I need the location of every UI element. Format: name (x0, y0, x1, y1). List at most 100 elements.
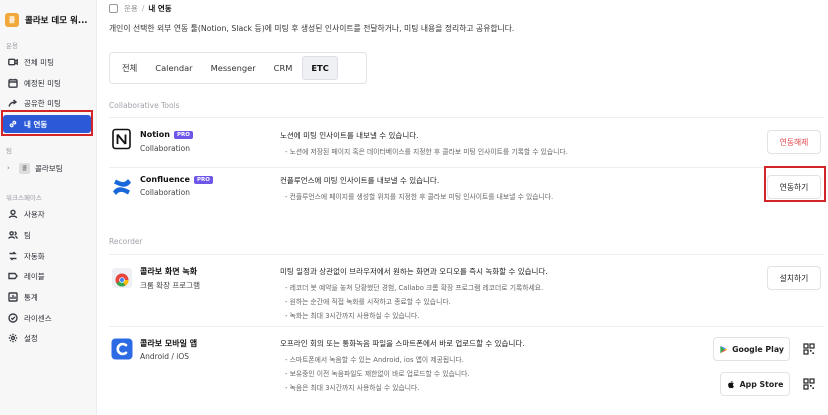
highlight-box (1, 110, 93, 136)
highlight-box (764, 166, 826, 202)
bullet-text: 녹화는 최대 3시간까지 사용하실 수 있습니다. (289, 312, 420, 320)
sidebar-item-label: 사용자 (24, 209, 45, 219)
sidebar-item-label: 레이블 (24, 271, 45, 281)
mobile-app-description: 오프라인 회의 또는 통화녹음 파일을 스마트폰에서 바로 업로드할 수 있습니… (280, 339, 525, 348)
tab-bar: 전체 Calendar Messenger CRM ETC (109, 52, 367, 84)
team-logo: 콜 (19, 162, 30, 174)
breadcrumb-parent[interactable]: 운용 (124, 3, 138, 14)
confluence-description: 컨플루언스에 미팅 인사이트를 내보낼 수 있습니다. (280, 176, 440, 185)
chrome-recorder-bullet: - 녹화는 최대 3시간까지 사용하실 수 있습니다. (285, 312, 420, 320)
chrome-extension-icon (112, 268, 132, 288)
sidebar-item-users[interactable]: 사용자 (3, 205, 91, 223)
label-icon (8, 271, 18, 281)
chrome-recorder-bullet: - 레코더 봇 예약을 놓쳐 당황했던 경험, Callabo 크롬 확장 프로… (285, 284, 544, 292)
google-play-label: Google Play (732, 344, 784, 354)
notion-name: Notion (140, 130, 170, 139)
app-name: Confluence PRO (140, 175, 213, 184)
confluence-icon (113, 179, 131, 195)
workspace-logo: 콜 (5, 13, 19, 27)
chevron-right-icon[interactable]: › (7, 164, 15, 172)
sidebar-item-all-meetings[interactable]: 전체 미팅 (3, 53, 91, 71)
sidebar-item-label: 팀 (24, 230, 31, 240)
bullet-text: 컨플루언스에 페이지를 생성할 위치를 지정한 후 콜라보 미팅 인사이트를 내… (289, 193, 554, 201)
breadcrumb-current: 내 연동 (148, 4, 172, 13)
sidebar-item-teams[interactable]: 팀 (3, 226, 91, 244)
confluence-name: Confluence (140, 175, 190, 184)
breadcrumb: 운용 / 내 연동 (109, 3, 172, 14)
sidebar-item-label: 전체 미팅 (24, 57, 54, 67)
mobile-app-bullet: - 스마트폰에서 녹음할 수 있는 Android, ios 앱이 제공됩니다. (285, 356, 464, 364)
mobile-app-name: 콜라보 모바일 앱 (140, 339, 198, 348)
section-label-meetings: 운용 (6, 42, 18, 50)
disconnect-notion-button[interactable]: 연동해제 (767, 130, 821, 154)
sidebar-item-label: 콜라보팀 (35, 163, 63, 173)
calendar-icon (8, 78, 18, 88)
bullet-text: 녹음은 최대 3시간까지 사용하실 수 있습니다. (289, 384, 420, 392)
stats-icon (8, 292, 18, 302)
notion-icon (112, 128, 131, 150)
sidebar-item-stats[interactable]: 통계 (3, 288, 91, 306)
google-play-icon (720, 345, 728, 353)
tab-all[interactable]: 전체 (114, 56, 145, 80)
confluence-category: Collaboration (140, 188, 190, 197)
section-title-collaborative: Collaborative Tools (109, 101, 180, 110)
callabo-app-icon (111, 338, 133, 360)
confluence-bullet: - 컨플루언스에 페이지를 생성할 위치를 지정한 후 콜라보 미팅 인사이트를… (285, 193, 554, 201)
tab-calendar[interactable]: Calendar (147, 56, 200, 80)
sidebar-toggle-icon[interactable] (109, 4, 118, 13)
sidebar-item-label: 라이센스 (24, 313, 52, 323)
sidebar-item-label: 공유한 미팅 (24, 98, 61, 108)
bullet-text: 스마트폰에서 녹음할 수 있는 Android, ios 앱이 제공됩니다. (289, 356, 464, 364)
install-extension-button[interactable]: 설치하기 (767, 266, 821, 290)
automation-icon (8, 251, 18, 261)
integration-row-confluence: Confluence PRO Collaboration 컨플루언스에 미팅 인… (109, 167, 824, 222)
section-label-workspace: 워크스페이스 (6, 194, 42, 202)
video-icon (8, 57, 18, 67)
app-store-label: App Store (739, 379, 784, 389)
integration-row-chrome-recorder: 콜라보 화면 녹화 크롬 확장 프로그램 미팅 일정과 상관없이 브라우저에서 … (109, 254, 824, 326)
tab-crm[interactable]: CRM (266, 56, 301, 80)
qr-code-icon[interactable] (797, 372, 821, 396)
chrome-recorder-description: 미팅 일정과 상관없이 브라우저에서 원하는 화면과 오디오를 즉시 녹화할 수… (280, 267, 548, 276)
sidebar-item-automation[interactable]: 자동화 (3, 247, 91, 265)
breadcrumb-separator: / (141, 4, 145, 13)
sidebar-item-label: 자동화 (24, 251, 45, 261)
sidebar: 콜 콜라보 데모 워... 운용 전체 미팅 예정된 미팅 공유한 미팅 내 연… (0, 0, 97, 415)
pro-badge: PRO (193, 175, 213, 184)
notion-bullet: - 노션에 저장된 페이지 혹은 데이터베이스를 지정한 후 콜라보 미팅 인사… (285, 148, 568, 156)
team-icon (8, 230, 18, 240)
tab-messenger[interactable]: Messenger (203, 56, 264, 80)
qr-code-icon[interactable] (797, 337, 821, 361)
bullet-text: 레코더 봇 예약을 놓쳐 당황했던 경험, Callabo 크롬 확장 프로그램… (289, 284, 544, 292)
google-play-button[interactable]: Google Play (713, 337, 790, 361)
sidebar-item-label: 설정 (24, 333, 38, 343)
gear-icon (8, 333, 18, 343)
mobile-app-platforms: Android / iOS (140, 352, 190, 361)
chrome-recorder-name: 콜라보 화면 녹화 (140, 267, 198, 276)
mobile-app-bullet: - 보유중인 이전 녹음파일도 제한없이 바로 업로드할 수 있습니다. (285, 370, 470, 378)
notion-description: 노션에 미팅 인사이트를 내보낼 수 있습니다. (280, 131, 419, 140)
main-content: 운용 / 내 연동 개인이 선택한 외부 연동 툴(Notion, Slack … (97, 0, 828, 415)
workspace-switcher[interactable]: 콜 콜라보 데모 워... (5, 10, 95, 30)
chrome-recorder-bullet: - 원하는 순간에 직접 녹화를 시작하고 종료할 수 있습니다. (285, 298, 451, 306)
sidebar-item-scheduled-meetings[interactable]: 예정된 미팅 (3, 74, 91, 92)
integration-row-mobile-app: 콜라보 모바일 앱 Android / iOS 오프라인 회의 또는 통화녹음 … (109, 326, 824, 415)
license-icon (8, 313, 18, 323)
sidebar-item-settings[interactable]: 설정 (3, 329, 91, 347)
sidebar-item-team[interactable]: › 콜 콜라보팀 (3, 160, 91, 176)
bullet-text: 원하는 순간에 직접 녹화를 시작하고 종료할 수 있습니다. (289, 298, 451, 306)
sidebar-item-license[interactable]: 라이센스 (3, 309, 91, 327)
notion-category: Collaboration (140, 144, 190, 153)
app-name: Notion PRO (140, 130, 193, 139)
tab-etc[interactable]: ETC (302, 56, 338, 80)
app-store-button[interactable]: App Store (720, 372, 790, 396)
bullet-text: 노션에 저장된 페이지 혹은 데이터베이스를 지정한 후 콜라보 미팅 인사이트… (289, 148, 568, 156)
section-title-recorder: Recorder (109, 237, 143, 246)
mobile-app-bullet: - 녹음은 최대 3시간까지 사용하실 수 있습니다. (285, 384, 420, 392)
user-icon (8, 209, 18, 219)
sidebar-item-label: 예정된 미팅 (24, 78, 61, 88)
section-label-team: 팀 (6, 147, 12, 155)
integration-row-notion: Notion PRO Collaboration 노션에 미팅 인사이트를 내보… (109, 117, 824, 167)
apple-icon (727, 380, 734, 388)
sidebar-item-labels[interactable]: 레이블 (3, 267, 91, 285)
